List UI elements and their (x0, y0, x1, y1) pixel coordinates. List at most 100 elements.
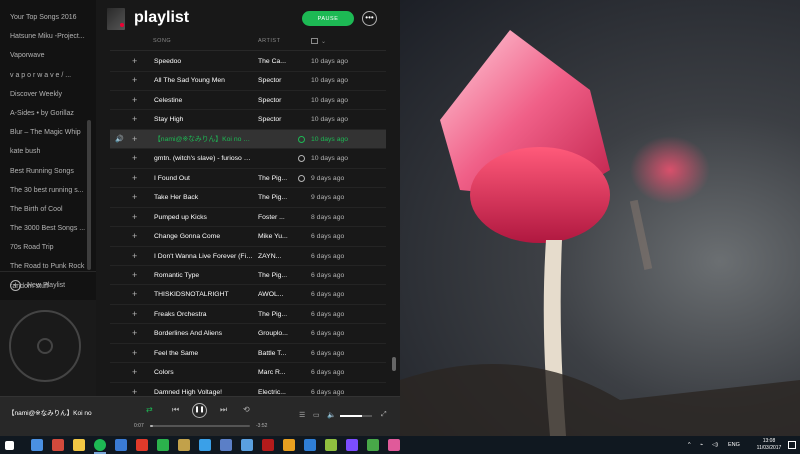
now-playing-cover-art[interactable] (0, 300, 96, 396)
track-artist[interactable]: Foster ... (258, 208, 290, 227)
sidebar-item[interactable]: Blur – The Magic Whip (0, 123, 86, 142)
sidebar-item[interactable]: Vaporwave (0, 46, 86, 65)
sidebar-item[interactable]: v a p o r w a v e / ... (0, 66, 86, 85)
add-track-icon[interactable]: + (132, 363, 137, 382)
fullscreen-icon[interactable]: ⤢ (381, 411, 387, 419)
queue-icon[interactable]: ☰ (299, 411, 305, 419)
pause-button[interactable]: PAUSE (302, 11, 354, 26)
taskbar-app-icon[interactable] (220, 439, 232, 451)
track-row[interactable]: + Damned High Voltage! Electric... 6 days a… (110, 383, 386, 396)
sidebar-scrollbar[interactable] (87, 120, 91, 270)
progress-bar[interactable] (150, 425, 250, 427)
add-track-icon[interactable]: + (132, 149, 137, 168)
add-track-icon[interactable]: + (132, 344, 137, 363)
sidebar-item[interactable]: kate bush (0, 142, 86, 161)
track-row[interactable]: + All The Sad Young Men Spector 10 days ago (110, 71, 386, 91)
track-artist[interactable]: The Pig... (258, 169, 290, 188)
track-row[interactable]: + Colors Marc R... 6 days ago (110, 363, 386, 383)
notifications-icon[interactable] (788, 441, 796, 449)
repeat-icon[interactable]: ⟲ (243, 405, 250, 414)
track-row[interactable]: + Pumped up Kicks Foster ... 8 days ago (110, 208, 386, 228)
track-artist[interactable]: The Ca... (258, 52, 290, 71)
track-row[interactable]: + I Found Out The Pig... 9 days ago (110, 169, 386, 189)
taskbar-app-icon[interactable] (388, 439, 400, 451)
speaker-icon[interactable]: ◁) (712, 442, 718, 448)
track-row[interactable]: 🔊 + 【nami@※なみりん】Koi no Hi... 10 days ago (110, 129, 386, 150)
sidebar-item[interactable]: The Road to Punk Rock (0, 257, 86, 276)
track-artist[interactable]: AWOL... (258, 285, 290, 304)
track-artist[interactable]: Marc R... (258, 363, 290, 382)
taskbar-app-icon[interactable] (325, 439, 337, 451)
add-track-icon[interactable]: + (132, 208, 137, 227)
column-header-song[interactable]: SONG (153, 38, 171, 44)
add-track-icon[interactable]: + (132, 324, 137, 343)
add-track-icon[interactable]: + (132, 383, 137, 396)
now-playing-title[interactable]: 【nami@※なみりん】Koi no (8, 407, 92, 417)
taskbar-app-icon[interactable] (52, 439, 64, 451)
next-track-icon[interactable]: ⏭ (220, 405, 227, 415)
track-row[interactable]: + THISKIDSNOTALRIGHT AWOL... 6 days ago (110, 285, 386, 305)
taskbar-app-icon[interactable] (94, 439, 106, 451)
taskbar-app-icon[interactable] (241, 439, 253, 451)
track-row[interactable]: + Feel the Same Battle T... 6 days ago (110, 344, 386, 364)
track-list-scrollbar[interactable] (391, 52, 397, 392)
track-row[interactable]: + I Don't Wanna Live Forever (Fift... ZAYN… (110, 247, 386, 266)
volume-slider[interactable] (340, 415, 372, 417)
add-track-icon[interactable]: + (132, 91, 137, 110)
track-row[interactable]: + Freaks Orchestra The Pig... 6 days ago (110, 305, 386, 325)
sidebar-item[interactable]: The 3000 Best Songs ... (0, 219, 86, 238)
add-track-icon[interactable]: + (132, 188, 137, 207)
sidebar-item[interactable]: Hatsune Miku -Project... (0, 27, 86, 46)
taskbar-app-icon[interactable] (31, 439, 43, 451)
sidebar-item[interactable]: Best Running Songs (0, 162, 86, 181)
network-icon[interactable]: ⌁ (700, 442, 703, 448)
sidebar-item[interactable]: A-Sides • by Gorillaz (0, 104, 86, 123)
calendar-icon[interactable] (311, 38, 318, 44)
add-track-icon[interactable]: + (132, 52, 137, 71)
track-row[interactable]: + Stay High Spector 10 days ago (110, 110, 386, 130)
taskbar-app-icon[interactable] (199, 439, 211, 451)
add-track-icon[interactable]: + (132, 285, 137, 304)
taskbar-app-icon[interactable] (73, 439, 85, 451)
add-track-icon[interactable]: + (132, 169, 137, 188)
sidebar-item[interactable]: 70s Road Trip (0, 238, 86, 257)
taskbar-clock[interactable]: 13:08 11/03/2017 (754, 438, 784, 452)
taskbar-app-icon[interactable] (283, 439, 295, 451)
track-artist[interactable]: Battle T... (258, 344, 290, 363)
sidebar-item[interactable]: The Birth of Cool (0, 200, 86, 219)
track-row[interactable]: + Take Her Back The Pig... 9 days ago (110, 188, 386, 208)
language-indicator[interactable]: ENG (728, 442, 740, 448)
add-track-icon[interactable]: + (132, 71, 137, 90)
taskbar-app-icon[interactable] (346, 439, 358, 451)
add-track-icon[interactable]: + (132, 130, 137, 149)
add-track-icon[interactable]: + (132, 227, 137, 246)
pause-icon[interactable]: ❚❚ (192, 403, 207, 418)
column-header-artist[interactable]: ARTIST (258, 38, 280, 44)
track-row[interactable]: + gmtn. (witch's slave) - furioso m... 10 … (110, 149, 386, 169)
chevron-down-icon[interactable]: ⌄ (321, 38, 327, 45)
taskbar-app-icon[interactable] (115, 439, 127, 451)
track-artist[interactable]: Spector (258, 71, 290, 90)
track-artist[interactable]: The Pig... (258, 188, 290, 207)
track-artist[interactable]: Mike Yu... (258, 227, 290, 246)
sidebar-item[interactable]: Discover Weekly (0, 85, 86, 104)
taskbar-app-icon[interactable] (304, 439, 316, 451)
add-track-icon[interactable]: + (132, 247, 137, 266)
track-artist[interactable]: Spector (258, 110, 290, 129)
chevron-up-icon[interactable]: ^ (688, 442, 691, 448)
track-list-scroll-thumb[interactable] (392, 357, 396, 371)
new-playlist-button[interactable]: + New Playlist (10, 278, 65, 292)
track-row[interactable]: + Celestine Spector 10 days ago (110, 91, 386, 111)
shuffle-icon[interactable]: ⇄ (146, 405, 153, 414)
sidebar-item[interactable]: The 30 best running s... (0, 181, 86, 200)
track-row[interactable]: + Romantic Type The Pig... 6 days ago (110, 266, 386, 286)
track-row[interactable]: + Speedoo The Ca... 10 days ago (110, 52, 386, 72)
track-artist[interactable]: The Pig... (258, 266, 290, 285)
track-artist[interactable]: The Pig... (258, 305, 290, 324)
track-artist[interactable]: Spector (258, 91, 290, 110)
add-track-icon[interactable]: + (132, 266, 137, 285)
track-artist[interactable]: ZAYN... (258, 247, 290, 266)
add-track-icon[interactable]: + (132, 305, 137, 324)
taskbar-app-icon[interactable] (136, 439, 148, 451)
more-options-button[interactable]: ••• (362, 11, 377, 26)
